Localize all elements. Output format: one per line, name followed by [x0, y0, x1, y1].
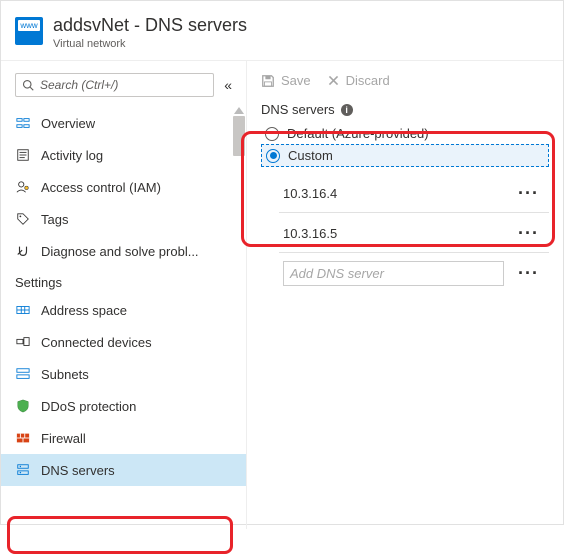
sidebar-item-label: Address space: [41, 303, 127, 318]
add-dns-input[interactable]: Add DNS server: [283, 261, 504, 286]
save-button[interactable]: Save: [261, 73, 311, 88]
sidebar-item-overview[interactable]: Overview: [1, 107, 246, 139]
radio-label: Default (Azure-provided): [287, 126, 429, 141]
radio-default[interactable]: Default (Azure-provided): [261, 123, 549, 144]
blade-header: addsvNet - DNS servers Virtual network: [1, 1, 563, 61]
more-menu-icon[interactable]: ···: [514, 183, 543, 204]
search-placeholder: Search (Ctrl+/): [40, 78, 118, 92]
iam-icon: [15, 179, 31, 195]
save-icon: [261, 74, 275, 88]
tags-icon: [15, 211, 31, 227]
save-label: Save: [281, 73, 311, 88]
search-icon: [22, 79, 34, 91]
sidebar-item-label: DNS servers: [41, 463, 115, 478]
dns-address: 10.3.16.5: [283, 226, 337, 241]
dns-icon: [15, 462, 31, 478]
sidebar-item-ddos[interactable]: DDoS protection: [1, 390, 246, 422]
sidebar-item-label: Diagnose and solve probl...: [41, 244, 199, 259]
scroll-thumb[interactable]: [233, 116, 245, 156]
radio-label: Custom: [288, 148, 333, 163]
sidebar-item-label: Connected devices: [41, 335, 152, 350]
toolbar: Save Discard: [261, 73, 549, 88]
firewall-icon: [15, 430, 31, 446]
connected-devices-icon: [15, 334, 31, 350]
sidebar-item-label: Activity log: [41, 148, 103, 163]
radio-icon: [266, 149, 280, 163]
section-text: DNS servers: [261, 102, 335, 117]
columns: Search (Ctrl+/) « Overview Activity log …: [1, 61, 563, 529]
scroll-up-icon: [234, 107, 244, 114]
sidebar-item-subnets[interactable]: Subnets: [1, 358, 246, 390]
sidebar-item-label: Tags: [41, 212, 68, 227]
subnets-icon: [15, 366, 31, 382]
dns-entry-row[interactable]: 10.3.16.5 ···: [279, 213, 549, 253]
activity-log-icon: [15, 147, 31, 163]
radio-icon: [265, 127, 279, 141]
search-wrap: Search (Ctrl+/) «: [15, 73, 236, 97]
main-panel: Save Discard DNS servers i Default (Azur…: [247, 61, 563, 529]
page-title: addsvNet - DNS servers: [53, 15, 551, 36]
sidebar-item-connected-devices[interactable]: Connected devices: [1, 326, 246, 358]
sidebar: Search (Ctrl+/) « Overview Activity log …: [1, 61, 247, 529]
more-menu-icon[interactable]: ···: [514, 263, 543, 284]
diagnose-icon: [15, 243, 31, 259]
discard-icon: [327, 74, 340, 87]
resource-type-label: Virtual network: [53, 38, 551, 50]
sidebar-item-activity-log[interactable]: Activity log: [1, 139, 246, 171]
sidebar-item-firewall[interactable]: Firewall: [1, 422, 246, 454]
ddos-icon: [15, 398, 31, 414]
info-icon[interactable]: i: [341, 104, 353, 116]
more-menu-icon[interactable]: ···: [514, 223, 543, 244]
collapse-sidebar-button[interactable]: «: [220, 73, 236, 97]
overview-icon: [15, 115, 31, 131]
radio-custom[interactable]: Custom: [261, 144, 549, 167]
sidebar-item-address-space[interactable]: Address space: [1, 294, 246, 326]
dns-entry-row[interactable]: 10.3.16.4 ···: [279, 173, 549, 213]
title-wrap: addsvNet - DNS servers Virtual network: [53, 15, 551, 50]
sidebar-item-label: DDoS protection: [41, 399, 136, 414]
scrollbar[interactable]: [232, 107, 246, 156]
sidebar-item-label: Firewall: [41, 431, 86, 446]
sidebar-item-label: Overview: [41, 116, 95, 131]
highlight-annotation: [7, 516, 233, 554]
sidebar-item-dns-servers[interactable]: DNS servers: [1, 454, 246, 486]
dns-address: 10.3.16.4: [283, 186, 337, 201]
sidebar-item-label: Subnets: [41, 367, 89, 382]
sidebar-item-label: Access control (IAM): [41, 180, 161, 195]
sidebar-item-diagnose[interactable]: Diagnose and solve probl...: [1, 235, 246, 267]
discard-button[interactable]: Discard: [327, 73, 390, 88]
dns-list: 10.3.16.4 ··· 10.3.16.5 ··· Add DNS serv…: [279, 173, 549, 294]
settings-group-label: Settings: [1, 267, 246, 294]
search-input[interactable]: Search (Ctrl+/): [15, 73, 214, 97]
discard-label: Discard: [346, 73, 390, 88]
sidebar-item-tags[interactable]: Tags: [1, 203, 246, 235]
address-space-icon: [15, 302, 31, 318]
dns-servers-section-label: DNS servers i: [261, 102, 549, 117]
sidebar-item-access-control[interactable]: Access control (IAM): [1, 171, 246, 203]
add-dns-row: Add DNS server ···: [279, 253, 549, 294]
vnet-icon: [15, 17, 43, 45]
